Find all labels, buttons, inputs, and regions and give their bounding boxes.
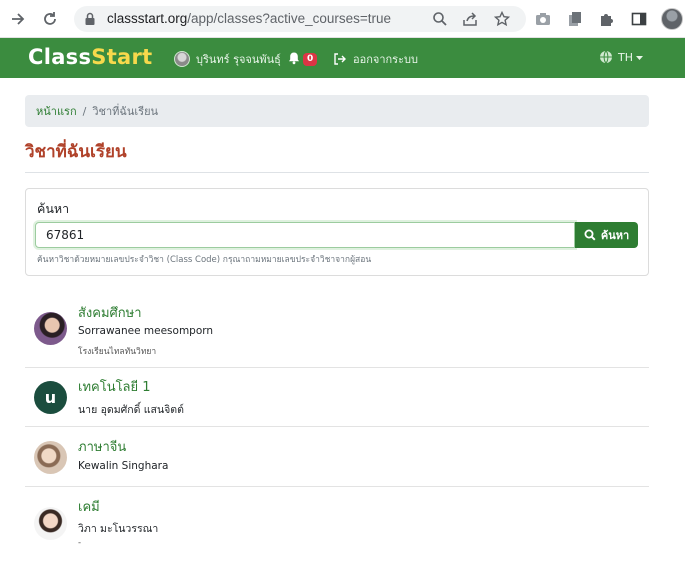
bell-icon bbox=[287, 50, 301, 69]
extension-copy-icon[interactable] bbox=[566, 10, 584, 28]
notification-badge: 0 bbox=[303, 53, 318, 66]
course-teacher: นาย อุดมศักดิ์ แสนจิตต์ bbox=[78, 404, 184, 416]
course-teacher: วิภา มะโนวรรณา bbox=[78, 523, 159, 535]
user-avatar bbox=[174, 51, 190, 67]
class-code-search-input[interactable] bbox=[35, 222, 575, 248]
camera-icon[interactable] bbox=[534, 10, 552, 28]
teacher-avatar bbox=[34, 312, 67, 345]
share-icon[interactable] bbox=[462, 11, 478, 27]
course-name[interactable]: ภาษาจีน bbox=[78, 436, 126, 457]
url-text: classstart.org/app/classes?active_course… bbox=[107, 11, 391, 26]
caret-down-icon bbox=[636, 51, 648, 64]
teacher-avatar bbox=[34, 507, 67, 540]
teacher-avatar bbox=[34, 441, 67, 474]
breadcrumb-separator: / bbox=[82, 104, 87, 118]
user-menu[interactable]: บุรินทร์ รุจจนพันธุ์ bbox=[174, 50, 281, 68]
reload-icon[interactable] bbox=[40, 9, 60, 29]
course-name[interactable]: สังคมศึกษา bbox=[78, 302, 142, 323]
search-button-label: ค้นหา bbox=[600, 229, 630, 242]
globe-icon bbox=[600, 50, 612, 64]
title-divider bbox=[25, 172, 649, 173]
course-school: โรงเรียนไทลทันวิทยา bbox=[78, 347, 157, 357]
profile-avatar[interactable] bbox=[661, 8, 683, 30]
breadcrumb-home-link[interactable]: หน้าแรก bbox=[36, 102, 77, 120]
browser-toolbar: classstart.org/app/classes?active_course… bbox=[0, 0, 685, 38]
notifications[interactable]: 0 bbox=[287, 50, 318, 69]
language-dropdown[interactable]: TH bbox=[599, 50, 648, 64]
logo-part-start: Start bbox=[91, 45, 153, 69]
zoom-icon[interactable] bbox=[432, 11, 448, 27]
page-title: วิชาที่ฉันเรียน bbox=[25, 142, 127, 162]
breadcrumb: หน้าแรก / วิชาที่ฉันเรียน bbox=[25, 95, 649, 127]
course-item[interactable]: เคมี วิภา มะโนวรรณา - bbox=[25, 487, 649, 561]
forward-icon[interactable] bbox=[8, 9, 28, 29]
logout-icon bbox=[334, 53, 346, 65]
search-icon bbox=[584, 229, 596, 241]
bookmark-star-icon[interactable] bbox=[494, 11, 510, 27]
user-name: บุรินทร์ รุจจนพันธุ์ bbox=[196, 53, 281, 66]
classstart-logo[interactable]: ClassStart bbox=[28, 45, 153, 69]
url-path: /app/classes?active_courses=true bbox=[187, 11, 392, 26]
language-label: TH bbox=[618, 50, 633, 64]
course-teacher: Kewalin Singhara bbox=[78, 460, 169, 472]
course-school: - bbox=[78, 538, 82, 548]
breadcrumb-current: วิชาที่ฉันเรียน bbox=[92, 105, 159, 118]
course-name[interactable]: เคมี bbox=[78, 496, 100, 517]
search-button[interactable]: ค้นหา bbox=[575, 222, 638, 248]
side-panel-icon[interactable] bbox=[630, 10, 648, 28]
logout-link[interactable]: ออกจากระบบ bbox=[333, 50, 418, 68]
search-card: ค้นหา ค้นหา ค้นหาวิชาด้วยหมายเลขประจำวิช… bbox=[25, 188, 649, 276]
course-name[interactable]: เทคโนโลยี 1 bbox=[78, 376, 151, 397]
teacher-letter-avatar: u bbox=[34, 381, 67, 414]
course-teacher: Sorrawanee meesomporn bbox=[78, 325, 214, 337]
course-item[interactable]: ภาษาจีน Kewalin Singhara bbox=[25, 427, 649, 487]
lock-icon bbox=[84, 12, 96, 26]
logo-part-class: Class bbox=[28, 45, 92, 69]
puzzle-icon[interactable] bbox=[598, 10, 616, 28]
logout-label: ออกจากระบบ bbox=[353, 53, 418, 66]
course-item[interactable]: สังคมศึกษา Sorrawanee meesomporn โรงเรีย… bbox=[25, 290, 649, 368]
course-item[interactable]: u เทคโนโลยี 1 นาย อุดมศักดิ์ แสนจิตต์ bbox=[25, 368, 649, 427]
app-navbar: ClassStart บุรินทร์ รุจจนพันธุ์ 0 ออกจาก… bbox=[0, 38, 685, 78]
address-bar[interactable]: classstart.org/app/classes?active_course… bbox=[74, 6, 526, 32]
search-label: ค้นหา bbox=[37, 201, 70, 216]
url-host: classstart.org bbox=[107, 11, 188, 26]
search-help-text: ค้นหาวิชาด้วยหมายเลขประจำวิชา (Class Cod… bbox=[37, 255, 372, 265]
